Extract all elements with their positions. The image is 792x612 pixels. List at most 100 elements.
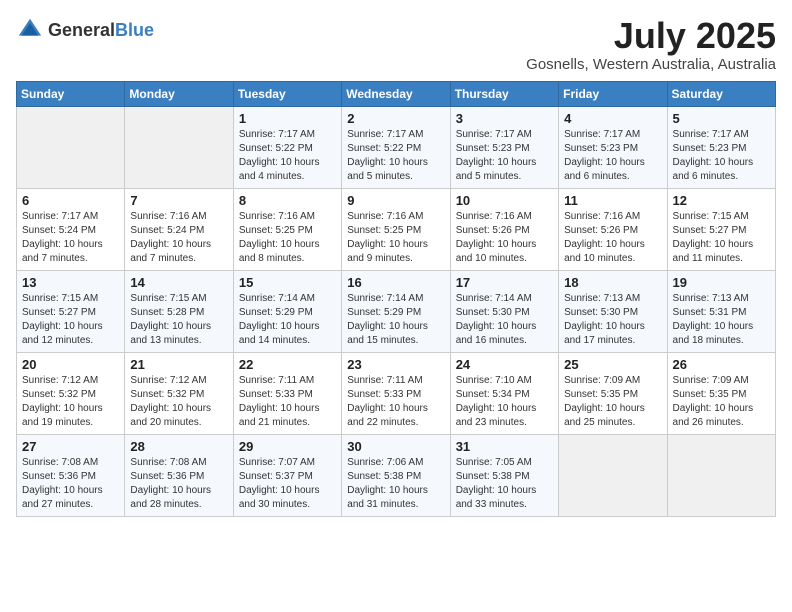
calendar-cell: 25 Sunrise: 7:09 AM Sunset: 5:35 PM Dayli… <box>559 352 667 434</box>
weekday-header: Friday <box>559 81 667 106</box>
day-number: 27 <box>22 439 119 454</box>
calendar-cell <box>559 434 667 516</box>
day-info: Sunrise: 7:14 AM Sunset: 5:29 PM Dayligh… <box>347 292 444 348</box>
calendar-cell: 23 Sunrise: 7:11 AM Sunset: 5:33 PM Dayli… <box>342 352 450 434</box>
day-info: Sunrise: 7:08 AM Sunset: 5:36 PM Dayligh… <box>130 456 227 512</box>
day-number: 12 <box>673 193 770 208</box>
calendar-cell: 16 Sunrise: 7:14 AM Sunset: 5:29 PM Dayli… <box>342 270 450 352</box>
day-number: 25 <box>564 357 661 372</box>
calendar-cell: 28 Sunrise: 7:08 AM Sunset: 5:36 PM Dayli… <box>125 434 233 516</box>
calendar-cell: 3 Sunrise: 7:17 AM Sunset: 5:23 PM Daylig… <box>450 106 558 188</box>
day-info: Sunrise: 7:09 AM Sunset: 5:35 PM Dayligh… <box>673 374 770 430</box>
day-info: Sunrise: 7:11 AM Sunset: 5:33 PM Dayligh… <box>239 374 336 430</box>
calendar-cell: 20 Sunrise: 7:12 AM Sunset: 5:32 PM Dayli… <box>17 352 125 434</box>
calendar-table: SundayMondayTuesdayWednesdayThursdayFrid… <box>16 81 776 517</box>
day-number: 11 <box>564 193 661 208</box>
calendar-cell: 7Sunrise: 7:16 AM Sunset: 5:24 PM Daylig… <box>125 188 233 270</box>
day-info: Sunrise: 7:17 AM Sunset: 5:22 PM Dayligh… <box>239 128 336 184</box>
weekday-header: Monday <box>125 81 233 106</box>
day-number: 28 <box>130 439 227 454</box>
calendar-cell: 13 Sunrise: 7:15 AM Sunset: 5:27 PM Dayli… <box>17 270 125 352</box>
calendar-week-row: 1Sunrise: 7:17 AM Sunset: 5:22 PM Daylig… <box>17 106 776 188</box>
day-info: Sunrise: 7:14 AM Sunset: 5:30 PM Dayligh… <box>456 292 553 348</box>
day-info: Sunrise: 7:15 AM Sunset: 5:27 PM Dayligh… <box>22 292 119 348</box>
day-number: 4 <box>564 111 661 126</box>
day-number: 15 <box>239 275 336 290</box>
calendar-cell: 5 Sunrise: 7:17 AM Sunset: 5:23 PM Daylig… <box>667 106 775 188</box>
weekday-header: Saturday <box>667 81 775 106</box>
day-info: Sunrise: 7:11 AM Sunset: 5:33 PM Dayligh… <box>347 374 444 430</box>
day-number: 21 <box>130 357 227 372</box>
day-number: 10 <box>456 193 553 208</box>
day-number: 16 <box>347 275 444 290</box>
day-number: 14 <box>130 275 227 290</box>
day-number: 19 <box>673 275 770 290</box>
day-info: Sunrise: 7:12 AM Sunset: 5:32 PM Dayligh… <box>22 374 119 430</box>
weekday-header: Sunday <box>17 81 125 106</box>
day-info: Sunrise: 7:17 AM Sunset: 5:23 PM Dayligh… <box>456 128 553 184</box>
calendar-cell: 24 Sunrise: 7:10 AM Sunset: 5:34 PM Dayli… <box>450 352 558 434</box>
calendar-body: 1Sunrise: 7:17 AM Sunset: 5:22 PM Daylig… <box>17 106 776 516</box>
day-info: Sunrise: 7:13 AM Sunset: 5:30 PM Dayligh… <box>564 292 661 348</box>
logo-icon <box>16 16 44 44</box>
day-info: Sunrise: 7:16 AM Sunset: 5:24 PM Dayligh… <box>130 210 227 266</box>
calendar-cell: 26 Sunrise: 7:09 AM Sunset: 5:35 PM Dayli… <box>667 352 775 434</box>
day-number: 20 <box>22 357 119 372</box>
calendar-cell: 4Sunrise: 7:17 AM Sunset: 5:23 PM Daylig… <box>559 106 667 188</box>
day-info: Sunrise: 7:09 AM Sunset: 5:35 PM Dayligh… <box>564 374 661 430</box>
day-info: Sunrise: 7:13 AM Sunset: 5:31 PM Dayligh… <box>673 292 770 348</box>
calendar-cell: 21 Sunrise: 7:12 AM Sunset: 5:32 PM Dayli… <box>125 352 233 434</box>
day-number: 30 <box>347 439 444 454</box>
day-info: Sunrise: 7:07 AM Sunset: 5:37 PM Dayligh… <box>239 456 336 512</box>
calendar-cell: 27 Sunrise: 7:08 AM Sunset: 5:36 PM Dayli… <box>17 434 125 516</box>
calendar-cell: 19 Sunrise: 7:13 AM Sunset: 5:31 PM Dayli… <box>667 270 775 352</box>
day-info: Sunrise: 7:17 AM Sunset: 5:24 PM Dayligh… <box>22 210 119 266</box>
calendar-cell <box>125 106 233 188</box>
calendar-cell: 1Sunrise: 7:17 AM Sunset: 5:22 PM Daylig… <box>233 106 341 188</box>
day-info: Sunrise: 7:16 AM Sunset: 5:26 PM Dayligh… <box>456 210 553 266</box>
calendar-cell <box>667 434 775 516</box>
day-info: Sunrise: 7:12 AM Sunset: 5:32 PM Dayligh… <box>130 374 227 430</box>
calendar-week-row: 13 Sunrise: 7:15 AM Sunset: 5:27 PM Dayli… <box>17 270 776 352</box>
day-number: 31 <box>456 439 553 454</box>
day-number: 24 <box>456 357 553 372</box>
calendar-cell: 31 Sunrise: 7:05 AM Sunset: 5:38 PM Dayli… <box>450 434 558 516</box>
logo-text: GeneralBlue <box>48 20 154 41</box>
day-info: Sunrise: 7:16 AM Sunset: 5:25 PM Dayligh… <box>347 210 444 266</box>
calendar-cell: 10 Sunrise: 7:16 AM Sunset: 5:26 PM Dayli… <box>450 188 558 270</box>
day-info: Sunrise: 7:08 AM Sunset: 5:36 PM Dayligh… <box>22 456 119 512</box>
calendar-cell: 14Sunrise: 7:15 AM Sunset: 5:28 PM Dayli… <box>125 270 233 352</box>
calendar-cell: 2Sunrise: 7:17 AM Sunset: 5:22 PM Daylig… <box>342 106 450 188</box>
day-info: Sunrise: 7:15 AM Sunset: 5:27 PM Dayligh… <box>673 210 770 266</box>
calendar-cell: 9Sunrise: 7:16 AM Sunset: 5:25 PM Daylig… <box>342 188 450 270</box>
day-info: Sunrise: 7:17 AM Sunset: 5:23 PM Dayligh… <box>673 128 770 184</box>
day-info: Sunrise: 7:14 AM Sunset: 5:29 PM Dayligh… <box>239 292 336 348</box>
day-number: 17 <box>456 275 553 290</box>
calendar-cell: 29Sunrise: 7:07 AM Sunset: 5:37 PM Dayli… <box>233 434 341 516</box>
calendar-cell: 22 Sunrise: 7:11 AM Sunset: 5:33 PM Dayli… <box>233 352 341 434</box>
day-number: 22 <box>239 357 336 372</box>
calendar-cell: 17 Sunrise: 7:14 AM Sunset: 5:30 PM Dayli… <box>450 270 558 352</box>
day-number: 6 <box>22 193 119 208</box>
location-title: Gosnells, Western Australia, Australia <box>526 56 776 73</box>
day-number: 5 <box>673 111 770 126</box>
calendar-week-row: 20 Sunrise: 7:12 AM Sunset: 5:32 PM Dayli… <box>17 352 776 434</box>
logo: GeneralBlue <box>16 16 154 44</box>
day-number: 26 <box>673 357 770 372</box>
page-header: GeneralBlue July 2025 Gosnells, Western … <box>16 16 776 73</box>
day-info: Sunrise: 7:16 AM Sunset: 5:25 PM Dayligh… <box>239 210 336 266</box>
day-info: Sunrise: 7:17 AM Sunset: 5:22 PM Dayligh… <box>347 128 444 184</box>
calendar-header-row: SundayMondayTuesdayWednesdayThursdayFrid… <box>17 81 776 106</box>
month-title: July 2025 <box>526 16 776 56</box>
day-number: 23 <box>347 357 444 372</box>
day-number: 8 <box>239 193 336 208</box>
calendar-cell: 8 Sunrise: 7:16 AM Sunset: 5:25 PM Daylig… <box>233 188 341 270</box>
day-number: 3 <box>456 111 553 126</box>
calendar-cell: 30Sunrise: 7:06 AM Sunset: 5:38 PM Dayli… <box>342 434 450 516</box>
calendar-week-row: 27 Sunrise: 7:08 AM Sunset: 5:36 PM Dayli… <box>17 434 776 516</box>
day-number: 13 <box>22 275 119 290</box>
day-info: Sunrise: 7:10 AM Sunset: 5:34 PM Dayligh… <box>456 374 553 430</box>
weekday-header: Wednesday <box>342 81 450 106</box>
calendar-cell: 12 Sunrise: 7:15 AM Sunset: 5:27 PM Dayli… <box>667 188 775 270</box>
day-info: Sunrise: 7:05 AM Sunset: 5:38 PM Dayligh… <box>456 456 553 512</box>
